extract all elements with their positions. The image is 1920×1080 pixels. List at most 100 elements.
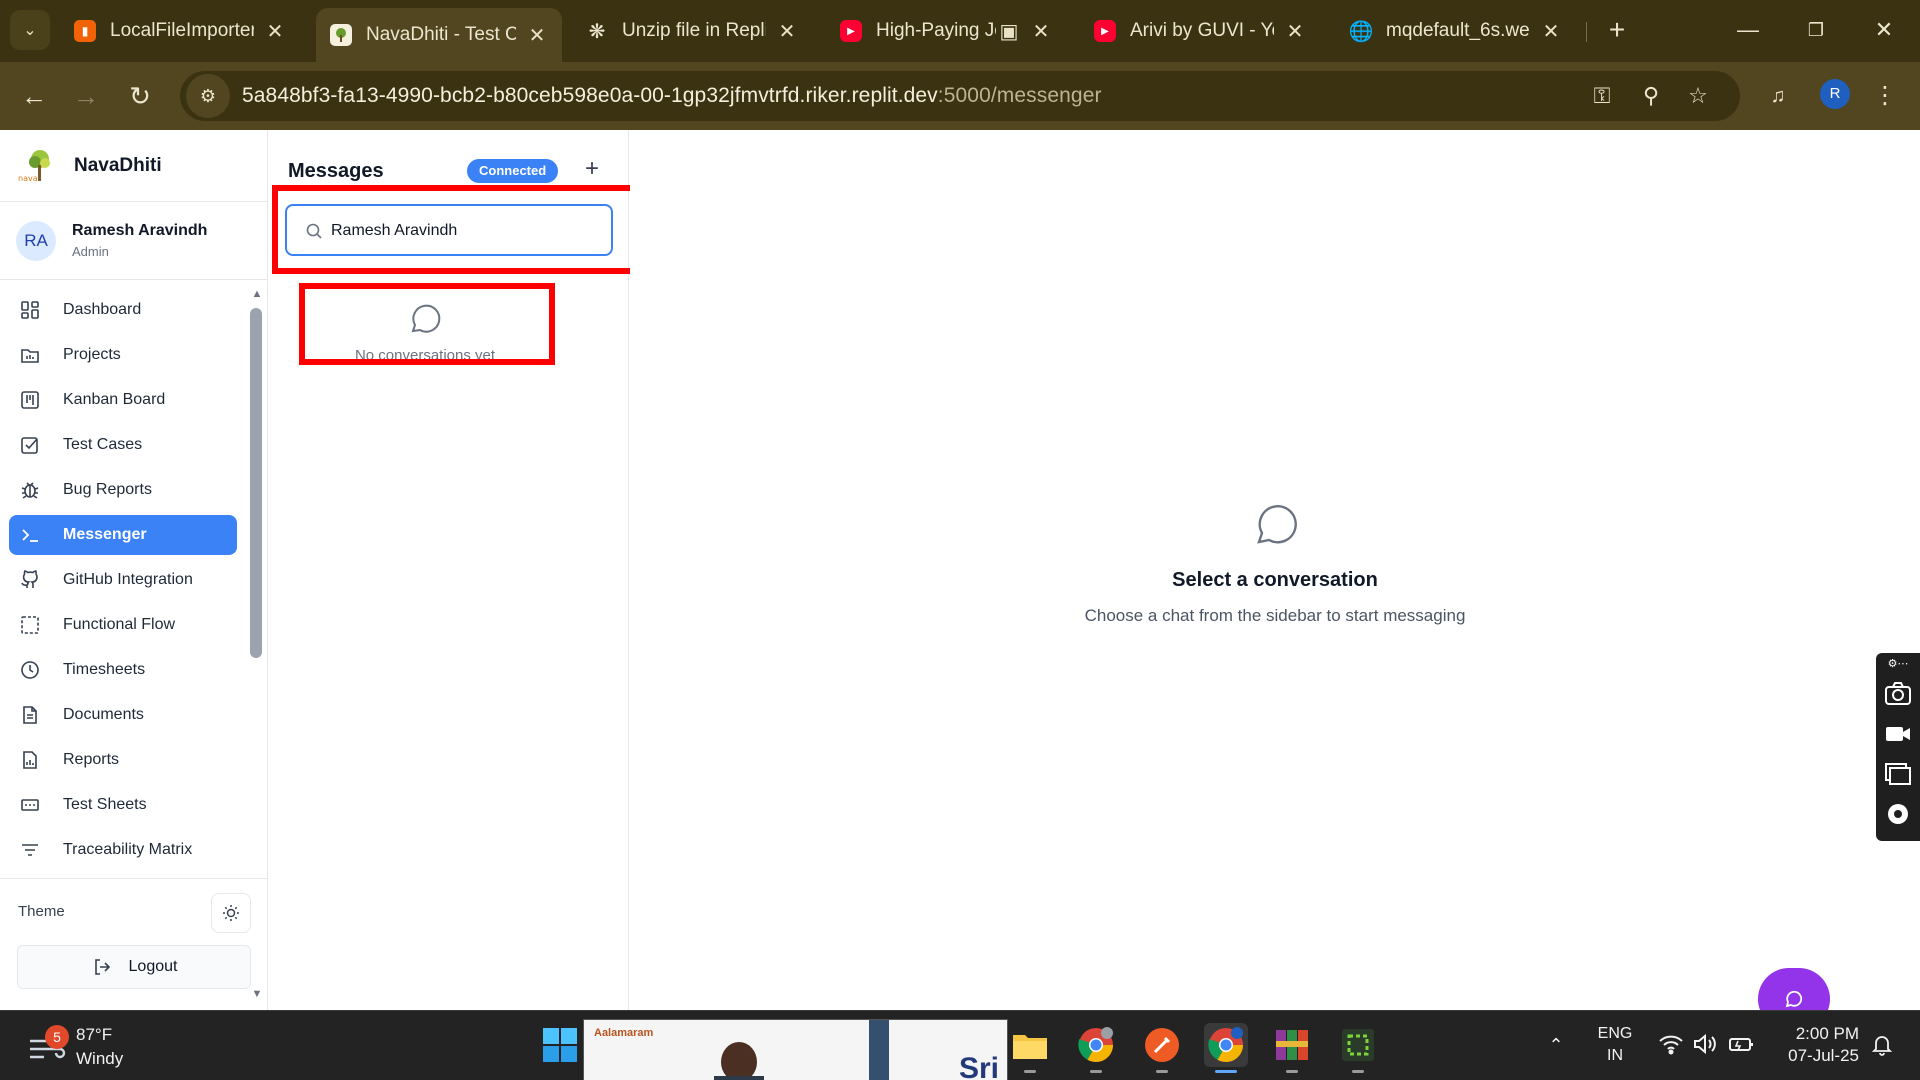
avatar: RA [16,220,56,261]
close-icon[interactable]: ✕ [526,23,548,48]
site-info-icon[interactable]: ⚙ [186,74,230,118]
battery-icon[interactable] [1728,1033,1758,1059]
scroll-thumb[interactable] [250,308,262,658]
wifi-icon[interactable] [1658,1033,1686,1059]
sidebar-item-documents[interactable]: Documents [9,695,237,735]
scroll-up-arrow-icon[interactable]: ▲ [250,288,264,300]
brand-name: NavaDhiti [74,154,162,176]
bookmark-star-icon[interactable]: ☆ [1683,83,1713,109]
matrix-icon [19,839,41,861]
running-indicator [1090,1070,1102,1073]
tab-search-button[interactable]: ⌄ [10,10,50,50]
sidebar: nava NavaDhiti RA Ramesh Aravindh Admin … [0,130,268,1010]
password-key-icon[interactable]: ⚿ [1587,83,1617,109]
greenshot-icon [1342,1029,1374,1061]
tab-mqdefault[interactable]: 🌐 mqdefault_6s.webp ✕ [1336,8,1576,54]
new-tab-button[interactable]: + [1600,14,1634,48]
system-clock[interactable]: 2:00 PM 07-Jul-25 [1775,1023,1859,1067]
video-camera-icon[interactable] [1884,721,1912,747]
tab-unzip-replit[interactable]: ❋ Unzip file in Replit ✕ [572,8,812,54]
taskbar-snip-tool[interactable] [1336,1023,1380,1073]
terminal-icon [19,524,41,546]
sidebar-nav: Dashboard Projects Kanban Board Test Cas… [0,280,250,870]
message-circle-icon [1257,505,1297,544]
sidebar-item-traceability-matrix[interactable]: Traceability Matrix [9,830,237,870]
new-conversation-button[interactable]: + [579,156,605,182]
weather-widget[interactable]: 5 87°F Windy [28,1019,168,1073]
video-thumbnail-preview[interactable]: Aalamaram Sri [583,1019,1008,1080]
tab-title: High-Paying Jo [876,20,996,41]
scroll-down-arrow-icon[interactable]: ▼ [250,988,264,1000]
weather-alert-badge: 5 [45,1025,69,1049]
back-button[interactable]: ← [14,76,54,116]
sheet-icon [19,794,41,816]
windows-start-button[interactable] [538,1023,582,1067]
taskbar-postman[interactable] [1140,1023,1184,1073]
browser-tab-strip: ⌄ ▮ LocalFileImporter ✕ NavaDhiti - Test… [0,0,1920,62]
profile-avatar[interactable]: R [1820,79,1850,109]
theme-toggle-button[interactable] [211,893,251,933]
reload-button[interactable]: ↻ [120,76,160,116]
chat-area: Select a conversation Choose a chat from… [630,130,1920,1010]
logout-button[interactable]: Logout [17,945,251,989]
camera-icon[interactable] [1884,681,1912,707]
thumbnail-brand: Aalamaram [594,1027,654,1039]
window-capture-icon[interactable] [1884,761,1912,787]
picture-in-picture-icon[interactable]: ▣ [998,19,1020,44]
gear-icon[interactable] [1884,801,1912,827]
close-icon[interactable]: ✕ [1030,19,1052,44]
tray-overflow-chevron-icon[interactable]: ⌃ [1546,1035,1566,1055]
highlight-mask [305,289,549,341]
minimize-button[interactable]: — [1728,14,1768,46]
sidebar-item-bug-reports[interactable]: Bug Reports [9,470,237,510]
sidebar-item-functional-flow[interactable]: Functional Flow [9,605,237,645]
logout-label: Logout [128,958,178,975]
close-icon[interactable]: ✕ [776,19,798,44]
sidebar-item-timesheets[interactable]: Timesheets [9,650,237,690]
close-icon[interactable]: ✕ [264,19,286,44]
windows-logo-icon [543,1028,577,1062]
media-control-icon[interactable]: ♫ [1758,76,1798,116]
sidebar-item-label: Messenger [63,526,147,543]
sidebar-item-projects[interactable]: Projects [9,335,237,375]
language-indicator[interactable]: ENG IN [1597,1023,1633,1067]
taskbar-file-explorer[interactable] [1008,1023,1052,1073]
taskbar-chrome-profile-1[interactable] [1074,1023,1118,1073]
sidebar-item-github-integration[interactable]: GitHub Integration [9,560,237,600]
browser-menu-icon[interactable]: ⋮ [1873,76,1897,116]
url-text[interactable]: 5a848bf3-fa13-4990-bcb2-b80ceb598e0a-00-… [242,84,1102,108]
document-icon [19,704,41,726]
sidebar-item-kanban-board[interactable]: Kanban Board [9,380,237,420]
running-indicator [1156,1070,1168,1073]
theme-row: Theme [0,878,268,944]
tab-arivi-guvi[interactable]: ▶ Arivi by GUVI - You ✕ [1080,8,1320,54]
volume-icon[interactable] [1692,1033,1720,1059]
address-bar[interactable]: ⚙ 5a848bf3-fa13-4990-bcb2-b80ceb598e0a-0… [180,71,1740,121]
notifications-icon[interactable] [1870,1033,1896,1059]
zoom-icon[interactable]: ⚲ [1636,83,1666,109]
region-code: IN [1607,1047,1623,1064]
sidebar-item-messenger[interactable]: Messenger [9,515,237,555]
sidebar-item-test-sheets[interactable]: Test Sheets [9,785,237,825]
openai-icon: ❋ [588,20,606,43]
sidebar-item-dashboard[interactable]: Dashboard [9,290,237,330]
close-icon[interactable]: ✕ [1284,19,1306,44]
thumbnail-divider [869,1020,889,1080]
restore-button[interactable]: ❐ [1796,14,1836,46]
pin-icon[interactable]: ⚙⋯ [1884,657,1912,673]
close-icon[interactable]: ✕ [1540,19,1562,44]
forward-button[interactable]: → [66,76,106,116]
tab-high-paying[interactable]: ▶ High-Paying Jo ▣ ✕ [826,8,1066,54]
tab-local-file-importer[interactable]: ▮ LocalFileImporter ✕ [60,8,300,54]
placeholder-title: Select a conversation [1172,569,1378,591]
sidebar-item-reports[interactable]: Reports [9,740,237,780]
sidebar-item-test-cases[interactable]: Test Cases [9,425,237,465]
close-window-button[interactable]: ✕ [1864,14,1904,46]
taskbar-winrar[interactable] [1270,1023,1314,1073]
thumbnail-partial-text: Sri [959,1052,1000,1080]
search-input[interactable] [331,216,599,246]
search-field[interactable] [285,204,613,256]
taskbar-chrome-profile-2[interactable] [1204,1023,1248,1073]
sidebar-item-label: Functional Flow [63,616,176,633]
tab-navadhiti[interactable]: NavaDhiti - Test Ca ✕ [316,8,562,62]
